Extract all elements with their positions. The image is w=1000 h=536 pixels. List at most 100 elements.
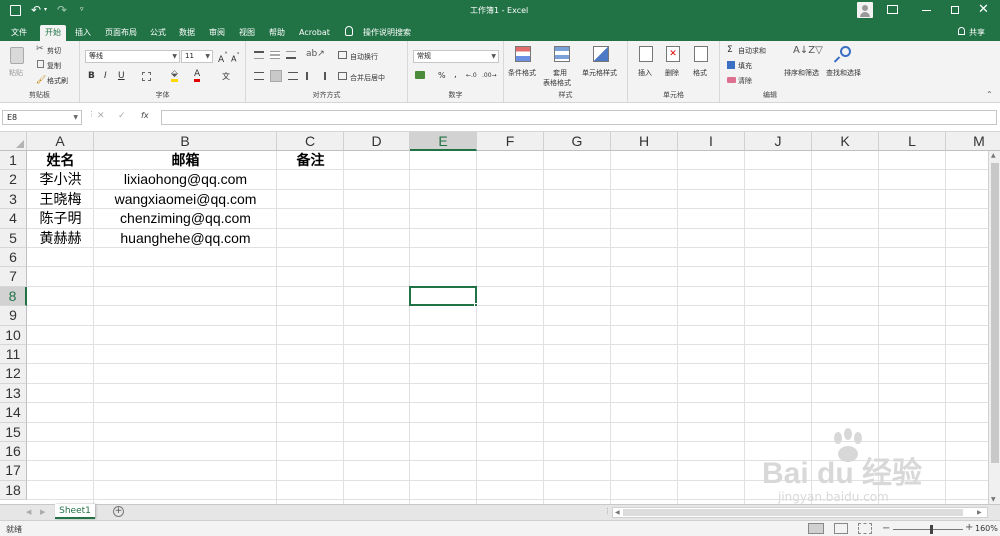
tab-view[interactable]: 视图 xyxy=(234,25,260,41)
row-header-7[interactable]: 7 xyxy=(0,267,27,287)
column-header-h[interactable]: H xyxy=(611,132,678,151)
row-header-8[interactable]: 8 xyxy=(0,286,27,307)
row-header-15[interactable]: 15 xyxy=(0,422,27,442)
undo-icon[interactable]: ↶ xyxy=(31,3,41,17)
tab-page-layout[interactable]: 页面布局 xyxy=(100,25,142,41)
restore-icon[interactable] xyxy=(951,6,959,14)
clear-button[interactable]: 清除 xyxy=(738,76,752,86)
formula-input[interactable] xyxy=(161,110,997,125)
wrap-text-icon[interactable] xyxy=(338,51,347,59)
column-header-g[interactable]: G xyxy=(544,132,611,151)
row-header-12[interactable]: 12 xyxy=(0,364,27,384)
format-cells-icon[interactable] xyxy=(694,46,708,62)
tab-insert[interactable]: 插入 xyxy=(70,25,96,41)
fill-button[interactable]: 填充 xyxy=(738,61,752,71)
zoom-out-icon[interactable]: − xyxy=(882,523,890,534)
scroll-up-icon[interactable]: ▲ xyxy=(991,152,996,159)
tell-me-search[interactable]: 操作说明搜索 xyxy=(358,25,416,41)
scroll-left-icon[interactable]: ◀ xyxy=(615,509,620,516)
column-header-i[interactable]: I xyxy=(678,132,745,151)
save-icon[interactable] xyxy=(10,5,21,16)
sort-filter-icon[interactable]: A↓Z▽ xyxy=(793,45,823,56)
find-select-button[interactable]: 查找和选择 xyxy=(826,68,861,78)
format-as-table-line2[interactable]: 表格格式 xyxy=(543,78,571,88)
row-header-5[interactable]: 5 xyxy=(0,228,27,248)
delete-cells-icon[interactable]: ✕ xyxy=(666,46,680,62)
align-left-icon[interactable] xyxy=(254,72,264,80)
scroll-thumb[interactable] xyxy=(991,163,999,463)
zoom-in-icon[interactable]: + xyxy=(965,522,973,533)
tab-help[interactable]: 帮助 xyxy=(264,25,290,41)
row-header-1[interactable]: 1 xyxy=(0,151,27,171)
percent-icon[interactable]: % xyxy=(438,71,446,80)
fill-icon[interactable] xyxy=(727,61,735,69)
align-middle-icon[interactable] xyxy=(270,51,280,59)
grow-font-icon[interactable]: A˄ xyxy=(218,51,228,65)
scroll-thumb[interactable] xyxy=(623,509,963,516)
decrease-decimal-icon[interactable]: .00→ xyxy=(482,72,497,79)
cell-a2[interactable]: 李小洪 xyxy=(27,170,94,189)
number-format-select[interactable]: 常规 ▼ xyxy=(413,50,499,63)
bold-button[interactable]: B xyxy=(88,71,95,81)
fill-color-icon[interactable]: ⬙ xyxy=(171,70,178,82)
format-as-table-line1[interactable]: 套用 xyxy=(553,68,567,78)
scroll-right-icon[interactable]: ▶ xyxy=(977,509,982,516)
cut-button[interactable]: 剪切 xyxy=(47,46,61,56)
row-header-13[interactable]: 13 xyxy=(0,383,27,404)
tab-acrobat[interactable]: Acrobat xyxy=(294,25,335,41)
cell-b3[interactable]: wangxiaomei@qq.com xyxy=(94,190,277,209)
row-header-4[interactable]: 4 xyxy=(0,209,27,229)
sort-filter-button[interactable]: 排序和筛选 xyxy=(784,68,819,78)
row-header-3[interactable]: 3 xyxy=(0,189,27,210)
cell-styles-icon[interactable] xyxy=(593,46,609,62)
share-button[interactable]: 共享 xyxy=(964,25,990,41)
redo-icon[interactable]: ↷ xyxy=(57,3,67,17)
sheet-scroll-left-icon[interactable]: ◀ xyxy=(26,508,31,516)
row-header-10[interactable]: 10 xyxy=(0,325,27,345)
cell-b2[interactable]: lixiaohong@qq.com xyxy=(94,170,277,189)
customize-icon[interactable]: ▿ xyxy=(80,5,84,13)
split-handle-icon[interactable]: ⋮ xyxy=(604,507,611,515)
row-header-9[interactable]: 9 xyxy=(0,306,27,326)
tab-home[interactable]: 开始 xyxy=(40,25,66,41)
autosum-button[interactable]: 自动求和 xyxy=(738,46,766,56)
format-button[interactable]: 格式 xyxy=(693,68,707,78)
row-header-18[interactable]: 18 xyxy=(0,480,27,501)
orientation-icon[interactable]: ab↗ xyxy=(306,49,325,59)
delete-button[interactable]: 删除 xyxy=(665,68,679,78)
vertical-scrollbar[interactable]: ▲ ▼ xyxy=(988,151,1000,504)
close-icon[interactable]: ✕ xyxy=(978,2,989,17)
autosum-icon[interactable]: Σ xyxy=(727,45,733,55)
collapse-ribbon-icon[interactable]: ⌃ xyxy=(986,90,993,99)
format-as-table-icon[interactable] xyxy=(554,46,570,62)
page-layout-view-icon[interactable] xyxy=(834,523,848,534)
cancel-icon[interactable]: ✕ xyxy=(97,111,105,121)
align-center-icon[interactable] xyxy=(270,70,282,82)
wrap-text-button[interactable]: 自动换行 xyxy=(350,52,378,62)
column-header-f[interactable]: F xyxy=(477,132,544,151)
comma-icon[interactable]: , xyxy=(454,70,457,80)
page-break-view-icon[interactable] xyxy=(858,523,872,534)
column-header-k[interactable]: K xyxy=(812,132,879,151)
font-color-icon[interactable]: A xyxy=(194,70,201,82)
fill-handle[interactable] xyxy=(474,303,478,308)
insert-button[interactable]: 插入 xyxy=(638,68,652,78)
undo-dropdown-icon[interactable]: ▾ xyxy=(44,6,47,13)
column-header-m[interactable]: M xyxy=(946,132,1000,151)
tab-formulas[interactable]: 公式 xyxy=(145,25,171,41)
paste-button[interactable]: 粘贴 xyxy=(9,68,23,78)
user-avatar[interactable] xyxy=(857,2,873,18)
selected-cell-outline[interactable] xyxy=(409,285,477,307)
align-top-icon[interactable] xyxy=(254,51,264,59)
scroll-down-icon[interactable]: ▼ xyxy=(991,496,996,503)
italic-button[interactable]: I xyxy=(104,71,107,81)
cell-a3[interactable]: 王晓梅 xyxy=(27,190,94,209)
underline-button[interactable]: U xyxy=(118,71,125,81)
paste-icon[interactable] xyxy=(10,47,24,64)
zoom-slider[interactable] xyxy=(893,525,963,534)
row-header-6[interactable]: 6 xyxy=(0,248,27,268)
column-header-l[interactable]: L xyxy=(879,132,946,151)
phonetic-icon[interactable]: 文 xyxy=(222,71,230,82)
indent-icon[interactable] xyxy=(306,72,314,80)
add-sheet-icon[interactable]: + xyxy=(113,506,124,517)
